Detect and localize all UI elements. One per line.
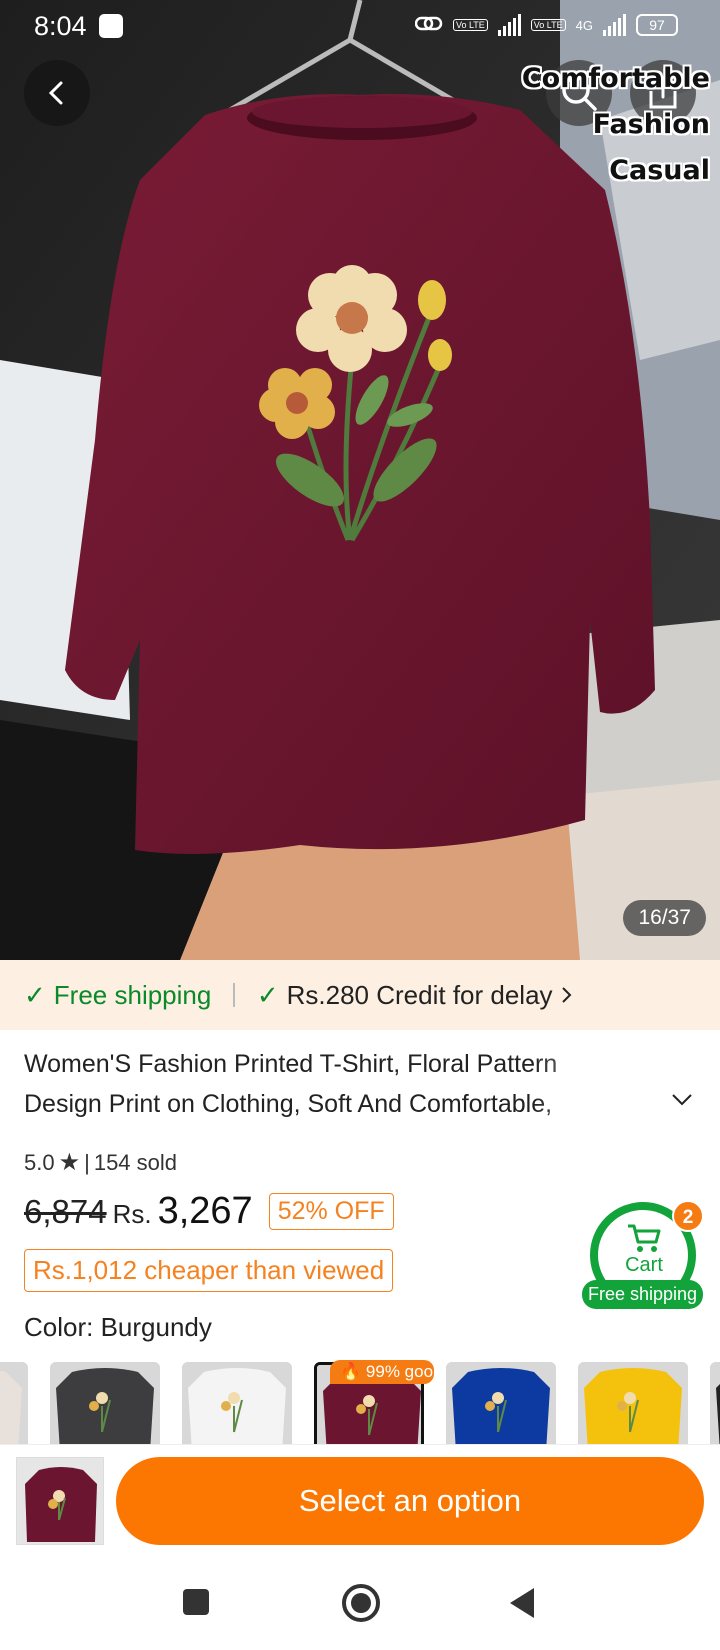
cart-free-shipping: Free shipping (582, 1280, 704, 1309)
overlay-line-3: Casual (609, 155, 710, 186)
bottom-action-bar: Select an option (0, 1444, 720, 1560)
recents-icon[interactable] (180, 1586, 212, 1618)
chevron-left-icon (48, 81, 63, 105)
signal-icon-2 (603, 14, 626, 36)
signal-icon (497, 14, 521, 36)
cart-label: Cart (625, 1254, 663, 1276)
original-price: 6,874 (24, 1193, 107, 1230)
back-nav-icon[interactable] (506, 1586, 538, 1620)
cheaper-badge: Rs.1,012 cheaper than viewed (24, 1249, 394, 1292)
swatch-white[interactable] (182, 1362, 292, 1444)
divider (233, 983, 235, 1007)
star-icon: ★ (58, 1149, 81, 1176)
network-type: 4G (575, 17, 593, 33)
delay-credit-label: Rs.280 Credit for delay (286, 979, 553, 1010)
chevron-down-icon[interactable] (670, 1088, 694, 1112)
cart-button[interactable]: Cart Free shipping 2 (582, 1200, 704, 1312)
shipping-strip[interactable]: ✓ Free shipping ✓ Rs.280 Credit for dela… (0, 960, 720, 1030)
back-button[interactable] (24, 60, 90, 126)
link-icon (414, 15, 443, 36)
popularity-label: 99% goo (365, 1362, 434, 1381)
swatch-beige[interactable] (0, 1362, 28, 1444)
image-overlay-text: Comfortable Fashion Casual (522, 56, 710, 194)
check-icon-2: ✓ (256, 979, 279, 1010)
product-title[interactable]: Women'S Fashion Printed T-Shirt, Floral … (24, 1044, 624, 1124)
free-shipping-label: Free shipping (53, 979, 212, 1010)
chevron-right-icon (561, 987, 571, 1003)
volte-icon: Vo LTE (452, 19, 488, 31)
cart-count-badge: 2 (672, 1200, 704, 1232)
system-nav-bar (0, 1560, 720, 1650)
battery-icon: 97 (636, 14, 678, 36)
check-icon: ✓ (24, 979, 46, 1010)
thumbnail-image (17, 1458, 103, 1544)
product-image-gallery[interactable]: 8:04 Vo LTE Vo LTE 4G 97 Comfortable Fas… (0, 0, 720, 960)
home-icon[interactable] (340, 1582, 382, 1624)
rating-row[interactable]: 5.0 ★ | 154 sold (24, 1148, 177, 1177)
color-label: Color: Burgundy (24, 1312, 212, 1342)
swatch-yellow[interactable] (578, 1362, 688, 1444)
volte-icon-2: Vo LTE (530, 19, 566, 31)
discount-badge: 52% OFF (268, 1193, 394, 1230)
price-row: 6,874 Rs. 3,267 52% OFF (24, 1190, 394, 1233)
overlay-line-2: Fashion (592, 109, 710, 140)
sold-count: 154 sold (93, 1149, 178, 1175)
status-icons: Vo LTE Vo LTE 4G 97 (414, 14, 678, 36)
currency: Rs. (112, 1199, 152, 1229)
swatch-dark-gray[interactable] (50, 1362, 160, 1444)
rating-value: 5.0 (24, 1149, 55, 1175)
swatch-blue[interactable] (446, 1362, 556, 1444)
popularity-tag: 🔥 99% goo (330, 1360, 434, 1384)
status-time: 8:04 (34, 11, 87, 41)
delay-credit-info[interactable]: ✓ Rs.280 Credit for delay (257, 980, 573, 1011)
flame-icon: 🔥 (340, 1362, 362, 1381)
color-swatches[interactable]: 🔥 99% goo (0, 1360, 720, 1444)
select-option-button[interactable]: Select an option (116, 1457, 704, 1545)
cart-icon (628, 1224, 661, 1252)
swatch-black[interactable] (710, 1362, 720, 1444)
image-counter: 16/37 (623, 900, 706, 936)
divider: | (84, 1149, 90, 1175)
overlay-line-1: Comfortable (521, 63, 710, 94)
free-shipping-info: ✓ Free shipping (24, 980, 211, 1011)
selected-thumbnail[interactable] (16, 1457, 104, 1545)
notification-icon (99, 14, 123, 38)
status-bar: 8:04 Vo LTE Vo LTE 4G 97 (0, 0, 720, 54)
sale-price: 3,267 (157, 1190, 253, 1232)
